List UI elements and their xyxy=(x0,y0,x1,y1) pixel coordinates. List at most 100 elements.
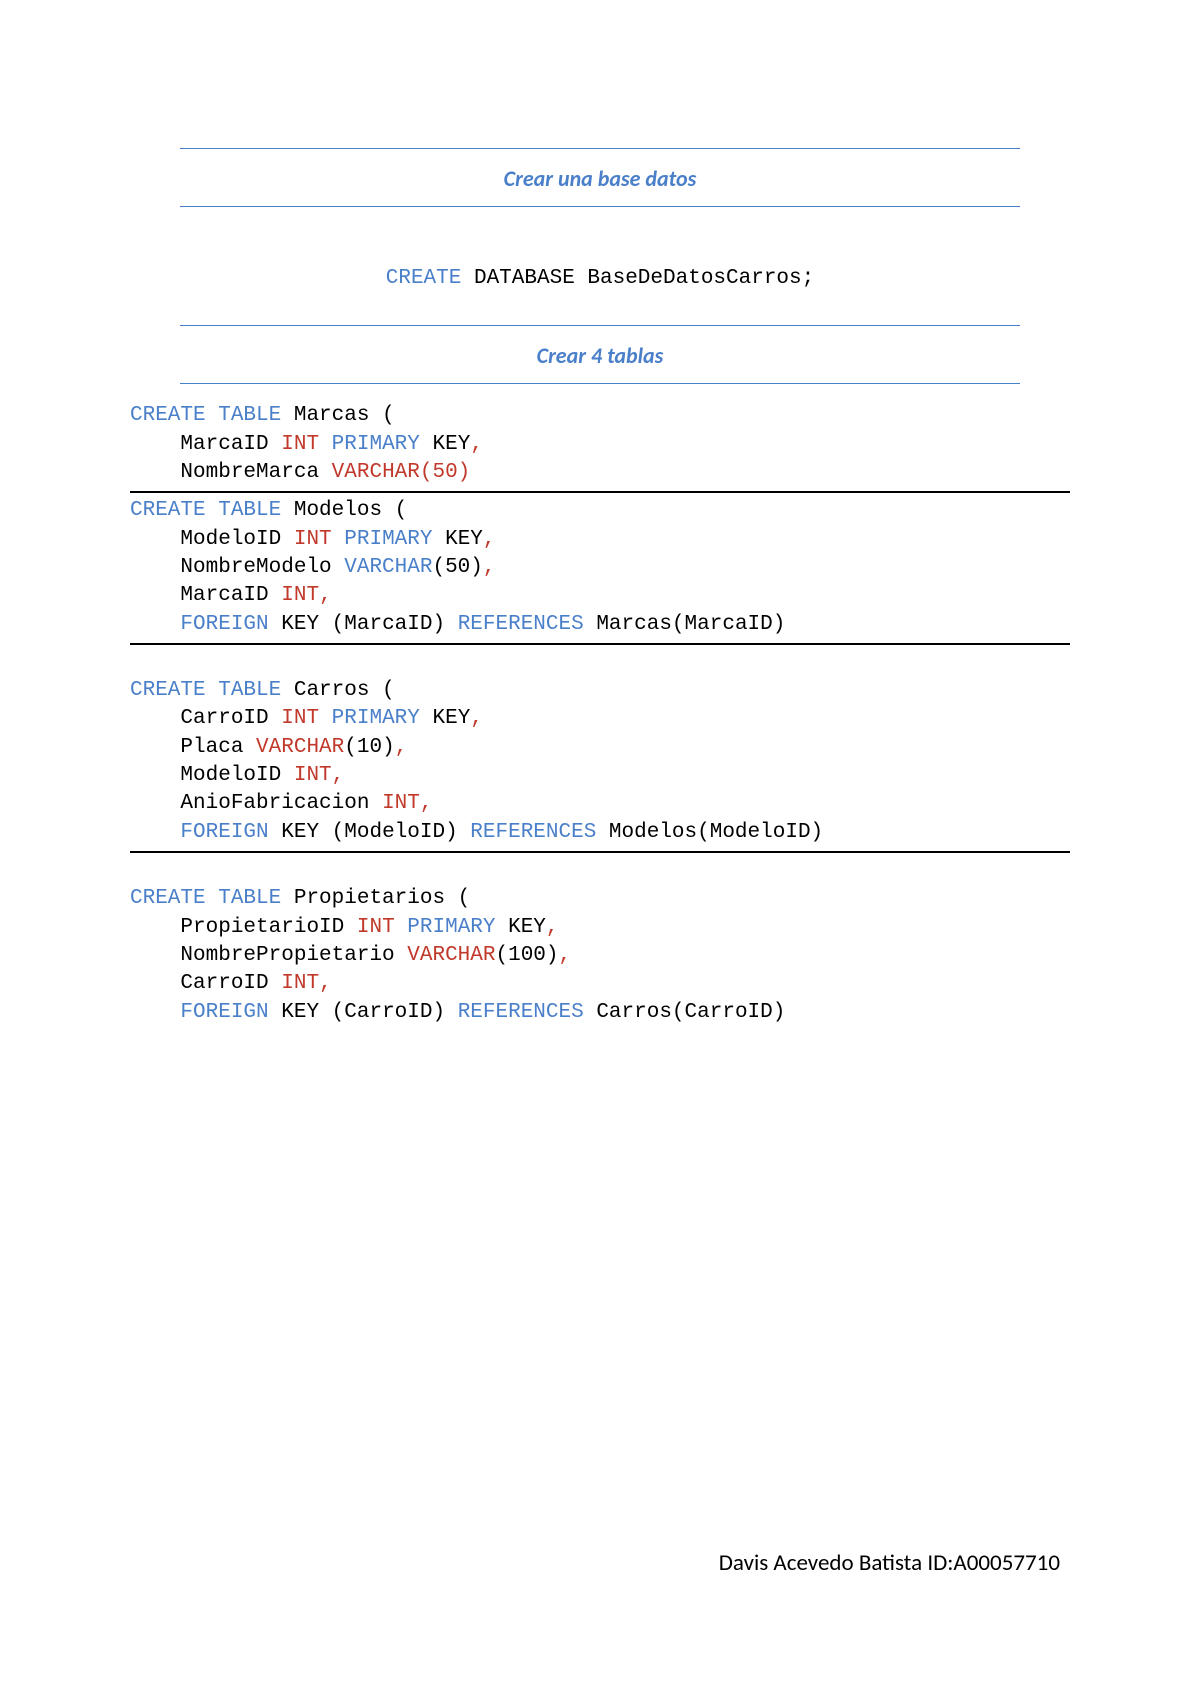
heading-create-db: Crear una base datos xyxy=(180,149,1020,206)
col-marca-id: MarcaID xyxy=(180,584,281,607)
comma: , xyxy=(470,707,483,730)
fk-target: Carros(CarroID) xyxy=(584,1001,786,1024)
comma: , xyxy=(483,556,496,579)
kw-foreign: FOREIGN xyxy=(180,821,268,844)
kw-primary: PRIMARY xyxy=(407,916,495,939)
indent xyxy=(130,707,180,730)
comma: , xyxy=(470,433,483,456)
type-int: INT xyxy=(382,792,420,815)
kw-key: KEY xyxy=(496,916,546,939)
text-marcas-name: Marcas ( xyxy=(281,404,394,427)
type-varchar: VARCHAR xyxy=(256,736,344,759)
page-footer: Davis Acevedo Batista ID:A00057710 xyxy=(719,1549,1060,1577)
kw-create-table: CREATE TABLE xyxy=(130,404,281,427)
indent xyxy=(130,821,180,844)
text-modelos-name: Modelos ( xyxy=(281,499,407,522)
col-nombre-marca: NombreMarca xyxy=(180,461,331,484)
code-block-propietarios: CREATE TABLE Propietarios ( PropietarioI… xyxy=(130,881,1070,1031)
type-int: INT xyxy=(357,916,395,939)
type-int: INT xyxy=(294,528,332,551)
indent xyxy=(130,1001,180,1024)
kw-primary: PRIMARY xyxy=(344,528,432,551)
sp xyxy=(319,433,332,456)
comma: , xyxy=(332,764,345,787)
type-size: (50) xyxy=(432,556,482,579)
col-marca-id: MarcaID xyxy=(180,433,281,456)
fk-col: (ModeloID) xyxy=(332,821,471,844)
col-modelo-id: ModeloID xyxy=(180,528,293,551)
type-varchar: VARCHAR xyxy=(407,944,495,967)
kw-key: KEY xyxy=(420,433,470,456)
comma: , xyxy=(420,792,433,815)
col-nombre-propietario: NombrePropietario xyxy=(180,944,407,967)
heading-create-tables: Crear 4 tablas xyxy=(180,326,1020,383)
col-placa: Placa xyxy=(180,736,256,759)
type-int: INT xyxy=(281,707,319,730)
col-nombre-modelo: NombreModelo xyxy=(180,556,344,579)
type-int: INT xyxy=(281,972,319,995)
type-size: (100) xyxy=(495,944,558,967)
heading-block-create-tables: Crear 4 tablas xyxy=(180,325,1020,384)
kw-foreign: FOREIGN xyxy=(180,613,268,636)
kw-references: REFERENCES xyxy=(458,613,584,636)
kw-primary: PRIMARY xyxy=(332,707,420,730)
comma: , xyxy=(319,972,332,995)
indent xyxy=(130,972,180,995)
indent xyxy=(130,556,180,579)
comma: , xyxy=(546,916,559,939)
indent xyxy=(130,792,180,815)
kw-key: KEY xyxy=(269,1001,332,1024)
kw-primary: PRIMARY xyxy=(332,433,420,456)
fk-target: Modelos(ModeloID) xyxy=(596,821,823,844)
code-create-database: CREATE DATABASE BaseDeDatosCarros; xyxy=(130,261,1070,297)
code-block-carros: CREATE TABLE Carros ( CarroID INT PRIMAR… xyxy=(130,673,1070,851)
heading-block-create-db: Crear una base datos xyxy=(180,148,1020,207)
kw-create-table: CREATE TABLE xyxy=(130,679,281,702)
indent xyxy=(130,461,180,484)
sp xyxy=(395,916,408,939)
fk-col: (CarroID) xyxy=(332,1001,458,1024)
kw-foreign: FOREIGN xyxy=(180,1001,268,1024)
type-int: INT xyxy=(281,433,319,456)
indent xyxy=(130,433,180,456)
kw-key: KEY xyxy=(432,528,482,551)
fk-target: Marcas(MarcaID) xyxy=(584,613,786,636)
kw-key: KEY xyxy=(420,707,470,730)
col-modelo-id: ModeloID xyxy=(180,764,293,787)
fk-col: (MarcaID) xyxy=(332,613,458,636)
indent xyxy=(130,613,180,636)
col-carro-id: CarroID xyxy=(180,707,281,730)
indent xyxy=(130,944,180,967)
sp xyxy=(332,528,345,551)
kw-create-table: CREATE TABLE xyxy=(130,499,281,522)
kw-create-table: CREATE TABLE xyxy=(130,887,281,910)
kw-references: REFERENCES xyxy=(470,821,596,844)
indent xyxy=(130,736,180,759)
comma: , xyxy=(319,584,332,607)
type-varchar: VARCHAR xyxy=(344,556,432,579)
type-int: INT xyxy=(281,584,319,607)
kw-create: CREATE xyxy=(386,267,462,290)
text-propietarios-name: Propietarios ( xyxy=(281,887,470,910)
kw-key: KEY xyxy=(269,613,332,636)
type-size: (10) xyxy=(344,736,394,759)
text-carros-name: Carros ( xyxy=(281,679,394,702)
col-propietario-id: PropietarioID xyxy=(180,916,356,939)
col-anio: AnioFabricacion xyxy=(180,792,382,815)
code-block-marcas: CREATE TABLE Marcas ( MarcaID INT PRIMAR… xyxy=(130,398,1070,491)
comma: , xyxy=(559,944,572,967)
type-size: (50) xyxy=(420,461,470,484)
comma: , xyxy=(483,528,496,551)
page: Crear una base datos CREATE DATABASE Bas… xyxy=(0,0,1200,1031)
sp xyxy=(319,707,332,730)
type-int: INT xyxy=(294,764,332,787)
comma: , xyxy=(395,736,408,759)
kw-references: REFERENCES xyxy=(458,1001,584,1024)
indent xyxy=(130,916,180,939)
indent xyxy=(130,584,180,607)
text-create-db-rest: DATABASE BaseDeDatosCarros; xyxy=(461,267,814,290)
type-varchar: VARCHAR xyxy=(332,461,420,484)
code-block-modelos: CREATE TABLE Modelos ( ModeloID INT PRIM… xyxy=(130,493,1070,643)
indent xyxy=(130,764,180,787)
col-carro-id: CarroID xyxy=(180,972,281,995)
